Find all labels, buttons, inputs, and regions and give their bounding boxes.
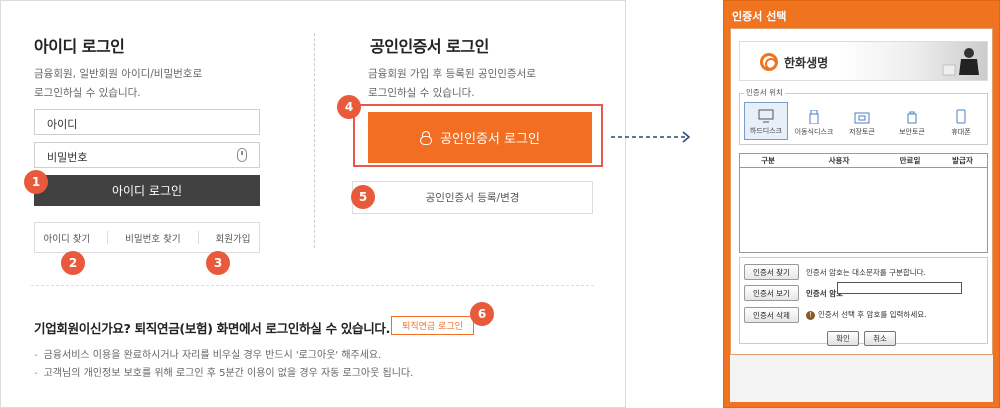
virtual-keypad-icon[interactable] — [237, 148, 247, 162]
id-input[interactable]: 아이디 — [34, 109, 260, 135]
id-login-title: 아이디 로그인 — [34, 37, 125, 56]
note-logout: - 금융서비스 이용을 완료하시거나 자리를 비우실 경우 반드시 '로그아웃' … — [34, 350, 382, 361]
view-cert-button[interactable]: 인증서 보기 — [744, 285, 799, 301]
step-badge-3: 3 — [206, 251, 230, 275]
usb-icon — [809, 110, 819, 124]
phone-icon — [956, 109, 966, 124]
device-harddisk-label: 하드디스크 — [749, 127, 783, 135]
device-removable[interactable]: 이동식디스크 — [792, 102, 836, 140]
cert-register-button[interactable]: 공인인증서 등록/변경 — [352, 181, 593, 214]
note-auto-logout: - 고객님의 개인정보 보호를 위해 로그인 후 5분간 이용이 없을 경우 자동… — [34, 368, 414, 379]
step-badge-5: 5 — [351, 185, 375, 209]
pension-login-button[interactable]: 퇴직연금 로그인 — [391, 316, 474, 335]
dialog-title: 인증서 선택 — [732, 10, 787, 23]
col-type: 구분 — [761, 156, 775, 165]
col-issuer: 발급자 — [952, 156, 973, 165]
warning-icon: ! — [806, 310, 815, 320]
cert-login-desc-line1: 금융회원 가입 후 등록된 공인인증서로 — [368, 68, 536, 80]
password-input[interactable]: 비밀번호 — [34, 142, 260, 168]
cert-login-desc-line2: 로그인하실 수 있습니다. — [368, 87, 475, 99]
find-cert-button[interactable]: 인증서 찾기 — [744, 264, 799, 280]
cert-login-desc: 금융회원 가입 후 등록된 공인인증서로 로그인하실 수 있습니다. — [368, 65, 618, 103]
security-token-icon — [907, 111, 917, 124]
device-phone-label: 휴대폰 — [951, 128, 971, 136]
dialog-footer — [730, 355, 993, 402]
cert-password-input[interactable] — [837, 282, 962, 294]
id-login-button[interactable]: 아이디 로그인 — [34, 175, 260, 206]
ok-button[interactable]: 확인 — [827, 331, 859, 346]
link-separator — [107, 231, 109, 244]
device-storage-token-label: 저장토큰 — [849, 128, 875, 136]
id-login-desc-line1: 금융회원, 일반회원 아이디/비밀번호로 — [34, 68, 203, 80]
password-input-label: 비밀번호 — [47, 151, 88, 164]
select-note: ! 인증서 선택 후 암호를 입력하세요. — [806, 309, 927, 320]
dialog-body: 한화생명 인증서 위치 하드디스크 이동식디스크 저장토큰 보안토큰 휴대폰 구… — [730, 28, 993, 355]
select-note-text: 인증서 선택 후 암호를 입력하세요. — [818, 310, 927, 319]
cert-login-title: 공인인증서 로그인 — [370, 37, 489, 56]
brand-name: 한화생명 — [784, 56, 829, 70]
device-phone[interactable]: 휴대폰 — [939, 102, 983, 140]
cert-location-label: 인증서 위치 — [744, 87, 785, 98]
id-login-desc: 금융회원, 일반회원 아이디/비밀번호로 로그인하실 수 있습니다. — [34, 65, 284, 103]
signup-link[interactable]: 회원가입 — [215, 231, 250, 245]
account-links: 아이디 찾기 비밀번호 찾기 회원가입 — [34, 222, 260, 253]
device-storage-token[interactable]: 저장토큰 — [840, 102, 884, 140]
device-removable-label: 이동식디스크 — [794, 128, 834, 136]
step-badge-4: 4 — [337, 95, 361, 119]
delete-cert-button[interactable]: 인증서 삭제 — [744, 307, 799, 323]
step-badge-6: 6 — [470, 302, 494, 326]
brand-banner: 한화생명 — [739, 41, 988, 81]
column-divider — [314, 33, 315, 248]
person-icon — [942, 48, 979, 76]
note-logout-text: 금융서비스 이용을 완료하시거나 자리를 비우실 경우 반드시 '로그아웃' 해… — [43, 350, 382, 361]
cert-login-button-label: 공인인증서 로그인 — [440, 132, 540, 147]
device-harddisk[interactable]: 하드디스크 — [744, 102, 788, 140]
login-panel: 아이디 로그인 금융회원, 일반회원 아이디/비밀번호로 로그인하실 수 있습니… — [0, 0, 626, 408]
device-security-token[interactable]: 보안토큰 — [890, 102, 934, 140]
section-divider — [31, 285, 594, 286]
cancel-button[interactable]: 취소 — [864, 331, 896, 346]
case-note: 인증서 암호는 대소문자를 구분합니다. — [806, 268, 926, 277]
step-badge-1: 1 — [24, 170, 48, 194]
arrow-icon — [611, 131, 691, 143]
find-password-link[interactable]: 비밀번호 찾기 — [125, 231, 180, 245]
step-badge-2: 2 — [61, 251, 85, 275]
col-expiry: 만료일 — [899, 156, 921, 165]
lock-icon — [420, 130, 433, 145]
cert-table[interactable]: 구분 사용자 만료일 발급자 — [739, 153, 988, 253]
link-separator — [197, 231, 199, 244]
col-user: 사용자 — [828, 156, 850, 165]
monitor-icon — [758, 109, 774, 123]
cert-table-header: 구분 사용자 만료일 발급자 — [740, 154, 987, 168]
cert-login-button[interactable]: 공인인증서 로그인 — [368, 112, 592, 163]
cert-select-dialog: 인증서 선택 한화생명 인증서 위치 하드디스크 이동식디스크 저장토큰 보안토… — [723, 0, 1000, 408]
token-icon — [854, 112, 870, 124]
find-id-link[interactable]: 아이디 찾기 — [43, 231, 90, 245]
hanwha-logo-icon — [760, 53, 778, 71]
note-auto-logout-text: 고객님의 개인정보 보호를 위해 로그인 후 5분간 이용이 없을 경우 자동 … — [43, 368, 414, 379]
cert-location-group: 인증서 위치 하드디스크 이동식디스크 저장토큰 보안토큰 휴대폰 — [739, 87, 988, 145]
device-security-token-label: 보안토큰 — [899, 128, 925, 136]
corporate-question: 기업회원이신가요? 퇴직연금(보험) 화면에서 로그인하실 수 있습니다. — [34, 321, 391, 336]
id-login-desc-line2: 로그인하실 수 있습니다. — [34, 87, 141, 99]
